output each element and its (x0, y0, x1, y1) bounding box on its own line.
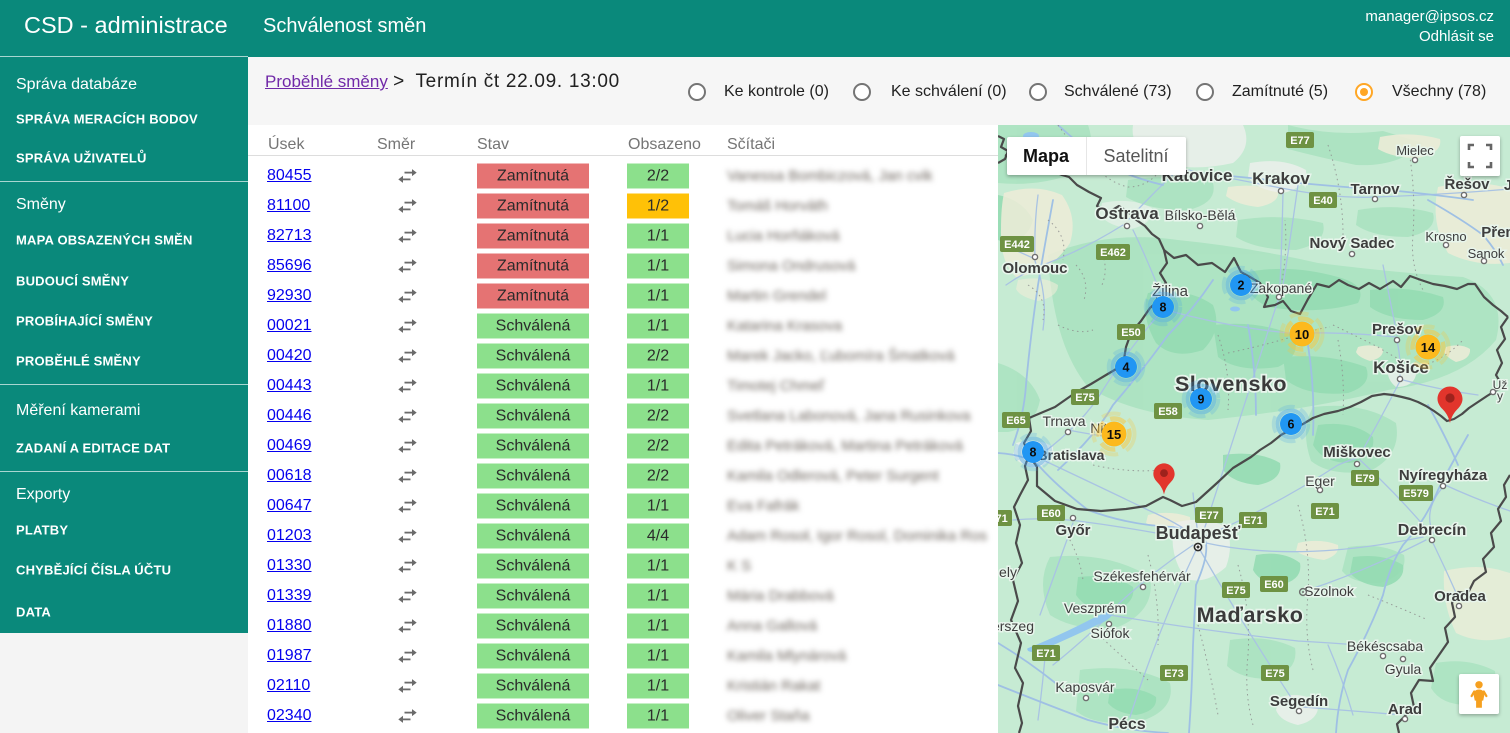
svg-text:E71: E71 (1243, 515, 1263, 527)
svg-text:E71: E71 (1036, 648, 1056, 660)
svg-text:10: 10 (1295, 327, 1309, 342)
svg-text:Győr: Győr (1055, 522, 1090, 539)
svg-text:E579: E579 (1403, 488, 1429, 500)
svg-text:Segedín: Segedín (1270, 693, 1328, 710)
svg-text:Satelitní: Satelitní (1103, 146, 1168, 166)
svg-text:Gyula: Gyula (1385, 661, 1422, 677)
svg-text:E60: E60 (1041, 508, 1061, 520)
svg-text:E442: E442 (1004, 239, 1030, 251)
svg-text:6: 6 (1288, 418, 1295, 432)
svg-text:Békéscsaba: Békéscsaba (1347, 638, 1423, 654)
svg-text:Veszprém: Veszprém (1064, 600, 1126, 616)
svg-text:Mielec: Mielec (1396, 143, 1434, 158)
svg-text:Olomouc: Olomouc (1002, 260, 1067, 277)
svg-text:Tarnov: Tarnov (1351, 181, 1401, 198)
svg-text:Arad: Arad (1388, 701, 1422, 718)
svg-text:8: 8 (1030, 446, 1037, 460)
svg-text:Székesfehérvár: Székesfehérvár (1093, 568, 1191, 584)
svg-text:E40: E40 (1313, 195, 1333, 207)
svg-text:y: y (1497, 389, 1503, 403)
svg-text:ely: ely (999, 564, 1017, 580)
svg-text:E71: E71 (998, 513, 1008, 525)
svg-text:Eger: Eger (1305, 473, 1335, 489)
svg-text:14: 14 (1421, 340, 1436, 355)
svg-text:Bílsko-Bělá: Bílsko-Bělá (1165, 207, 1236, 223)
svg-text:Oradea: Oradea (1434, 588, 1486, 605)
svg-text:erszeg: erszeg (998, 618, 1034, 634)
svg-text:E73: E73 (1164, 668, 1184, 680)
svg-text:8: 8 (1160, 301, 1167, 315)
svg-text:Budapešť: Budapešť (1156, 523, 1241, 543)
svg-text:E77: E77 (1199, 510, 1219, 522)
svg-text:J: J (1504, 177, 1510, 194)
svg-text:Siófok: Siófok (1091, 625, 1131, 641)
svg-text:Debrecín: Debrecín (1398, 522, 1466, 539)
svg-text:15: 15 (1107, 427, 1121, 442)
svg-text:Nový Sadec: Nový Sadec (1309, 235, 1394, 252)
svg-text:Krakov: Krakov (1252, 169, 1310, 188)
svg-text:E77: E77 (1290, 135, 1310, 147)
svg-text:Trnava: Trnava (1042, 413, 1085, 429)
svg-text:E79: E79 (1355, 473, 1375, 485)
svg-text:E75: E75 (1075, 392, 1095, 404)
svg-text:E50: E50 (1121, 327, 1141, 339)
svg-text:Miškovec: Miškovec (1323, 444, 1391, 461)
svg-text:E65: E65 (1006, 415, 1026, 427)
svg-text:E75: E75 (1265, 668, 1285, 680)
svg-text:Nyíregyháza: Nyíregyháza (1399, 467, 1488, 484)
svg-text:Řešov: Řešov (1444, 175, 1490, 193)
svg-text:Szolnok: Szolnok (1304, 583, 1355, 599)
svg-text:E75: E75 (1226, 585, 1246, 597)
svg-text:Pécs: Pécs (1108, 716, 1145, 733)
svg-text:E58: E58 (1158, 406, 1178, 418)
svg-text:4: 4 (1123, 361, 1130, 375)
svg-text:Přem: Přem (1481, 224, 1510, 241)
svg-text:E60: E60 (1264, 579, 1284, 591)
svg-text:E71: E71 (1315, 506, 1335, 518)
svg-text:Mapa: Mapa (1023, 146, 1070, 166)
svg-text:9: 9 (1198, 393, 1205, 407)
svg-text:Ostrava: Ostrava (1095, 204, 1159, 223)
svg-text:2: 2 (1238, 279, 1245, 293)
svg-text:E462: E462 (1100, 247, 1126, 259)
svg-text:Maďarsko: Maďarsko (1197, 603, 1304, 627)
svg-text:Kaposvár: Kaposvár (1055, 679, 1114, 695)
